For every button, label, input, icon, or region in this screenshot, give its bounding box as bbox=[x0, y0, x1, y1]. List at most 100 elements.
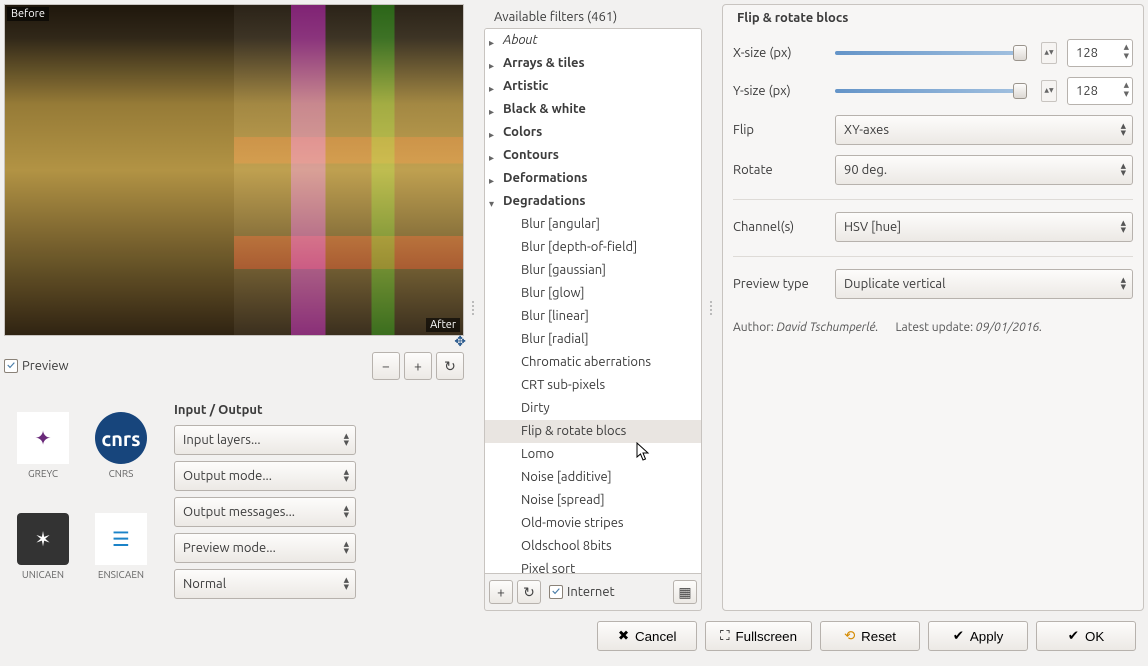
left-column: Before After ✥ Preview − + ↻ ✦ GREYC bbox=[4, 4, 464, 611]
chevron-down-icon: ▾ bbox=[489, 195, 494, 212]
preview-checkbox[interactable]: Preview bbox=[4, 359, 69, 373]
ysize-input[interactable]: 128▲▼ bbox=[1067, 77, 1133, 105]
apply-button[interactable]: ✔Apply bbox=[928, 621, 1028, 651]
preview-controls-row: Preview − + ↻ bbox=[4, 352, 464, 380]
rotate-select[interactable]: 90 deg.▲▼ bbox=[835, 155, 1133, 185]
channels-label: Channel(s) bbox=[733, 220, 825, 234]
checkbox-icon bbox=[4, 359, 18, 373]
logo-greyc: ✦ GREYC bbox=[12, 412, 74, 505]
dialog-footer: ✖Cancel ⛶Fullscreen ⟲Reset ✔Apply ✔OK bbox=[0, 615, 1148, 657]
checkbox-icon bbox=[549, 585, 563, 599]
preview-mode-combo[interactable]: Preview mode...▲▼ bbox=[174, 533, 356, 563]
filter-item[interactable]: Old-movie stripes bbox=[485, 512, 701, 535]
internet-checkbox[interactable]: Internet bbox=[549, 585, 615, 599]
filter-category-artistic[interactable]: ▸Artistic bbox=[485, 75, 701, 98]
refresh-icon: ↻ bbox=[444, 358, 456, 375]
before-badge: Before bbox=[7, 7, 49, 21]
ysize-label: Y-size (px) bbox=[733, 84, 825, 98]
preview-type-label: Preview type bbox=[733, 277, 825, 291]
normal-combo[interactable]: Normal▲▼ bbox=[174, 569, 356, 599]
flip-select[interactable]: XY-axes▲▼ bbox=[835, 115, 1133, 145]
preview-before-image bbox=[5, 5, 234, 335]
rotate-label: Rotate bbox=[733, 163, 825, 177]
xsize-label: X-size (px) bbox=[733, 46, 825, 60]
filter-category-about[interactable]: ▸About bbox=[485, 29, 701, 52]
filters-header: Available filters (461) bbox=[484, 4, 702, 28]
filter-item[interactable]: Noise [additive] bbox=[485, 466, 701, 489]
logo-cnrs: cnrs CNRS bbox=[90, 412, 152, 505]
after-badge: After bbox=[426, 318, 460, 332]
io-panel: Input / Output Input layers...▲▼ Output … bbox=[167, 402, 464, 606]
zoom-out-button[interactable]: − bbox=[372, 352, 400, 380]
fullscreen-icon: ⛶ bbox=[720, 628, 729, 644]
preview-pane[interactable]: Before After bbox=[4, 4, 464, 336]
io-title: Input / Output bbox=[174, 403, 463, 417]
pane-resize-handle[interactable] bbox=[708, 4, 716, 611]
filter-item[interactable]: Blur [angular] bbox=[485, 213, 701, 236]
output-mode-combo[interactable]: Output mode...▲▼ bbox=[174, 461, 356, 491]
zoom-in-button[interactable]: + bbox=[404, 352, 432, 380]
input-layers-combo[interactable]: Input layers...▲▼ bbox=[174, 425, 356, 455]
xsize-input[interactable]: 128▲▼ bbox=[1067, 39, 1133, 67]
filter-item[interactable]: Oldschool 8bits bbox=[485, 535, 701, 558]
channels-select[interactable]: HSV [hue]▲▼ bbox=[835, 212, 1133, 242]
chevron-right-icon: ▸ bbox=[489, 126, 494, 143]
check-icon: ✔ bbox=[1068, 628, 1079, 644]
filter-item[interactable]: Lomo bbox=[485, 443, 701, 466]
filter-item[interactable]: Blur [depth-of-field] bbox=[485, 236, 701, 259]
filter-item[interactable]: Pixel sort bbox=[485, 558, 701, 574]
ok-button[interactable]: ✔OK bbox=[1036, 621, 1136, 651]
filter-category-deformations[interactable]: ▸Deformations bbox=[485, 167, 701, 190]
fullscreen-button[interactable]: ⛶Fullscreen bbox=[705, 621, 812, 651]
add-filter-button[interactable]: + bbox=[489, 580, 513, 604]
filter-item[interactable]: CRT sub-pixels bbox=[485, 374, 701, 397]
expand-all-button[interactable]: ▦ bbox=[673, 580, 697, 604]
filter-item[interactable]: Blur [linear] bbox=[485, 305, 701, 328]
chevron-right-icon: ▸ bbox=[489, 57, 494, 74]
chevron-right-icon: ▸ bbox=[489, 172, 494, 189]
ysize-slider[interactable] bbox=[835, 80, 1027, 102]
chevron-right-icon: ▸ bbox=[489, 34, 494, 51]
filter-item[interactable]: Blur [gaussian] bbox=[485, 259, 701, 282]
filter-item[interactable]: Dirty bbox=[485, 397, 701, 420]
plus-icon: + bbox=[414, 358, 422, 374]
xsize-reset[interactable]: ▲▼ bbox=[1041, 42, 1057, 64]
check-icon: ✔ bbox=[953, 628, 964, 644]
logo-ensicaen: ☰ ENSICAEN bbox=[90, 513, 152, 606]
filter-toolbar: + ↻ Internet ▦ bbox=[484, 574, 702, 611]
cancel-button[interactable]: ✖Cancel bbox=[597, 621, 697, 651]
chevron-right-icon: ▸ bbox=[489, 103, 494, 120]
filter-category-black-white[interactable]: ▸Black & white bbox=[485, 98, 701, 121]
close-icon: ✖ bbox=[618, 628, 629, 644]
filter-item[interactable]: Blur [radial] bbox=[485, 328, 701, 351]
filter-title: Flip & rotate blocs bbox=[733, 11, 1133, 25]
reset-button[interactable]: ⟲Reset bbox=[820, 621, 920, 651]
xsize-slider[interactable] bbox=[835, 42, 1027, 64]
filter-list-column: Available filters (461) ▸About ▸Arrays &… bbox=[484, 4, 702, 611]
refresh-filters-button[interactable]: ↻ bbox=[517, 580, 541, 604]
output-messages-combo[interactable]: Output messages...▲▼ bbox=[174, 497, 356, 527]
pane-resize-handle[interactable] bbox=[470, 4, 478, 611]
minus-icon: − bbox=[382, 358, 390, 374]
chevron-right-icon: ▸ bbox=[489, 80, 494, 97]
move-handle-icon[interactable]: ✥ bbox=[454, 333, 466, 350]
filter-item[interactable]: Blur [glow] bbox=[485, 282, 701, 305]
preview-checkbox-label: Preview bbox=[22, 359, 69, 373]
spinner-icon: ▲▼ bbox=[1124, 43, 1129, 61]
filter-category-contours[interactable]: ▸Contours bbox=[485, 144, 701, 167]
spinner-icon: ▲▼ bbox=[1124, 81, 1129, 99]
filter-item[interactable]: Flip & rotate blocs bbox=[485, 420, 701, 443]
filter-category-degradations[interactable]: ▾Degradations bbox=[485, 190, 701, 213]
preview-type-select[interactable]: Duplicate vertical▲▼ bbox=[835, 269, 1133, 299]
reset-icon: ⟲ bbox=[844, 628, 855, 644]
flip-label: Flip bbox=[733, 123, 825, 137]
filter-params-panel: Flip & rotate blocs X-size (px) ▲▼ 128▲▼… bbox=[722, 4, 1144, 611]
filter-category-arrays-tiles[interactable]: ▸Arrays & tiles bbox=[485, 52, 701, 75]
filter-item[interactable]: Noise [spread] bbox=[485, 489, 701, 512]
filter-tree[interactable]: ▸About ▸Arrays & tiles ▸Artistic ▸Black … bbox=[484, 28, 702, 574]
reset-zoom-button[interactable]: ↻ bbox=[436, 352, 464, 380]
filter-category-colors[interactable]: ▸Colors bbox=[485, 121, 701, 144]
ysize-reset[interactable]: ▲▼ bbox=[1041, 80, 1057, 102]
logo-unicaen: ✶ UNICAEN bbox=[12, 513, 74, 606]
filter-item[interactable]: Chromatic aberrations bbox=[485, 351, 701, 374]
